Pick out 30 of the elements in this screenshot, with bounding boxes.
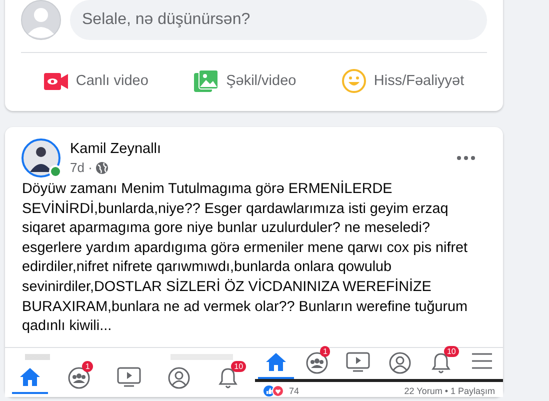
post-time[interactable]: 7d · [70,160,92,175]
photo-icon [194,70,218,92]
notification-badge: 10 [231,360,246,372]
home-icon [264,352,287,372]
menu-icon [471,352,494,370]
profile-icon [168,366,190,389]
video-play-icon [346,352,370,372]
notification-badge: 10 [444,346,459,357]
composer-action-button[interactable]: Hiss/Fəaliyyət [336,61,470,101]
notification-badge: 1 [320,346,330,357]
profile-photo-placeholder[interactable] [21,138,61,178]
nav-tab[interactable]: 1 [61,364,98,394]
composer-action-button[interactable]: Şəkil/video [188,61,302,101]
author-name[interactable]: Kamil Zeynallı [70,141,457,157]
globe-icon [96,162,108,174]
composer-action-button[interactable]: Canlı video [38,61,154,101]
nav-tab[interactable]: 10 [422,348,459,379]
more-options-icon[interactable] [457,156,475,160]
notification-badge: 1 [82,360,93,372]
nav-tab[interactable]: 10 [210,364,246,394]
comments-shares-count[interactable]: 22 Yorum • 1 Paylaşım [404,386,495,396]
video-play-icon [116,366,141,387]
video-camera-icon [44,72,68,90]
nav-tab[interactable]: 1 [298,348,335,379]
profile-icon [388,352,411,374]
smiley-icon [342,69,366,93]
post-text: Döyüw zamanı Menim Tutulmagıma görə ERMENİLERDE SEVİNİRDİ,bunlarda,niye?? Esger qardawlarımıza isti geyim erzaq siqaret aparmagıma gore niye bunlar uzulurduler? ne meseledi? esgerlere yardım apardıgıma görə ermeniler mene qarwı cox pis nifret edirdiler,nifret nifrete qarıwmıwdı,bunlarda onlara qowulub sevinirdiler,DOSTLAR SİZLERİ ÖZ VİCDANINIZA WEREFİNİZE BURAXIRAM,bunlara ne ad vermek olar?? Bunların werefine tuğurum qadınlı kiwili... [22,180,469,336]
reaction-count[interactable]: 74 [289,386,300,396]
status-input-field[interactable]: Selale, nə düşünürsən? [70,0,487,40]
home-icon [18,366,41,387]
